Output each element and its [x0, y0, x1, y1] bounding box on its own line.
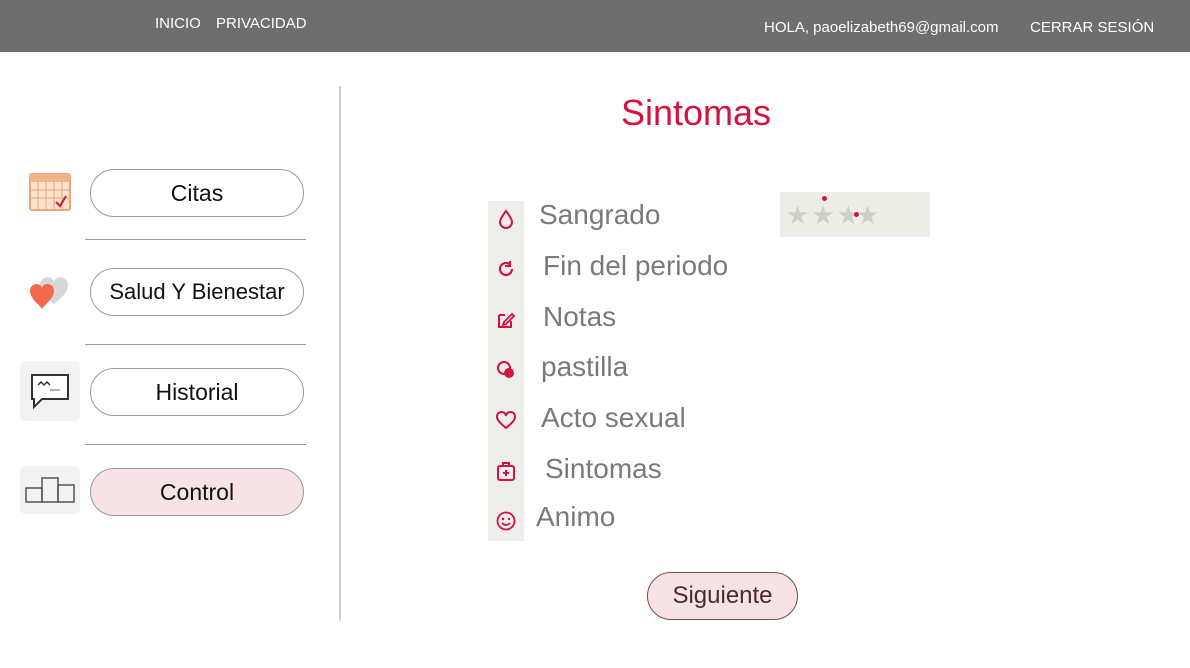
divider — [85, 239, 306, 240]
refresh-icon — [488, 249, 524, 289]
first-aid-icon — [488, 451, 524, 491]
logout-link[interactable]: CERRAR SESIÓN — [1030, 19, 1154, 36]
podium-icon — [20, 466, 80, 514]
heart-outline-icon — [488, 400, 524, 440]
top-bar: INICIO PRIVACIDAD HOLA, paoelizabeth69@g… — [0, 0, 1190, 52]
next-button[interactable]: Siguiente — [647, 572, 798, 620]
smile-icon — [488, 501, 524, 541]
star-icon[interactable]: ★ — [811, 195, 835, 228]
chat-icon — [20, 361, 80, 421]
heart-icon — [20, 264, 80, 324]
symptom-acto-sexual[interactable]: Acto sexual — [541, 402, 686, 434]
drop-icon — [488, 199, 524, 239]
sidebar-item-historial[interactable]: Historial — [90, 368, 304, 416]
symptom-sintomas[interactable]: Sintomas — [545, 453, 662, 485]
calendar-icon — [20, 160, 80, 220]
user-greeting: HOLA, paoelizabeth69@gmail.com — [764, 19, 999, 36]
symptom-sangrado[interactable]: Sangrado — [539, 199, 660, 231]
sidebar-item-salud-y-bienestar[interactable]: Salud Y Bienestar — [90, 268, 304, 316]
divider — [85, 344, 306, 345]
vertical-divider — [339, 86, 341, 621]
divider — [85, 444, 306, 445]
symptom-fin-del-periodo[interactable]: Fin del periodo — [543, 250, 728, 282]
sidebar-item-control[interactable]: Control — [90, 468, 304, 516]
symptom-animo[interactable]: Animo — [536, 501, 615, 533]
star-icon[interactable]: ★ — [856, 202, 879, 228]
symptom-pastilla[interactable]: pastilla — [541, 351, 628, 383]
rating-stars[interactable]: ★ ★ ★ ★ — [780, 192, 930, 237]
star-icon[interactable]: ★ — [786, 202, 809, 228]
nav-link-inicio[interactable]: INICIO — [155, 15, 201, 32]
pill-icon — [488, 350, 524, 390]
edit-icon — [488, 300, 524, 340]
page-title: Sintomas — [620, 92, 772, 133]
symptom-notas[interactable]: Notas — [543, 301, 616, 333]
nav-link-privacidad[interactable]: PRIVACIDAD — [216, 15, 307, 32]
sidebar-item-citas[interactable]: Citas — [90, 169, 304, 217]
